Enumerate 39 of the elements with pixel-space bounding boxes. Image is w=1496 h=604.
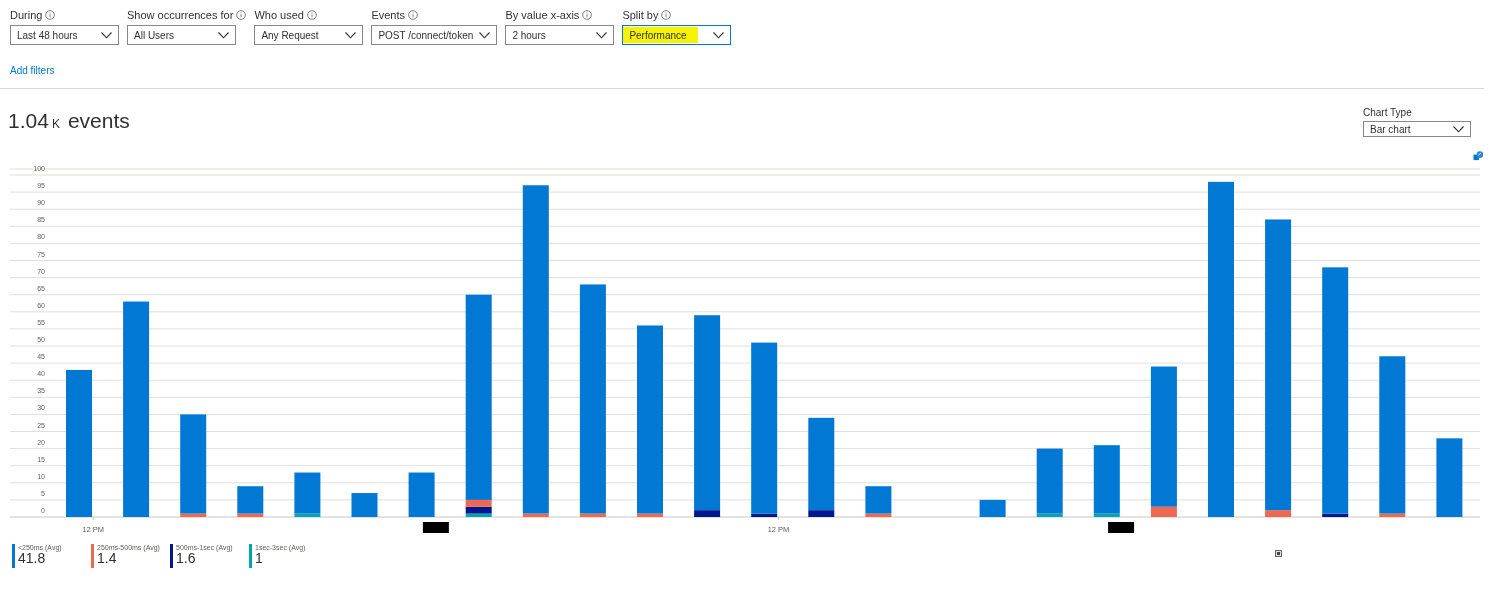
- info-icon: [408, 10, 419, 20]
- legend-value: 41.8: [18, 551, 46, 566]
- filter-label: By value x-axis: [505, 9, 580, 21]
- legend-value: 1.6: [176, 551, 197, 566]
- pin-icon[interactable]: [1473, 151, 1484, 161]
- redaction-block: [1108, 522, 1135, 533]
- chevron-down-icon: [713, 31, 725, 39]
- chevron-down-icon: [479, 31, 491, 39]
- filter-dropdown[interactable]: Last 48 hours: [10, 25, 119, 45]
- filter-dropdown[interactable]: Performance: [622, 25, 732, 45]
- filter-label: Show occurrences for: [127, 9, 234, 21]
- filter-dropdown[interactable]: POST /connect/token: [371, 25, 498, 45]
- chevron-down-icon: [101, 31, 112, 39]
- legend-value: 1: [255, 551, 264, 566]
- redaction-block: [422, 522, 449, 533]
- info-icon: [582, 10, 593, 20]
- legend-value: 1.4: [97, 551, 118, 566]
- bar-segment: [408, 472, 435, 517]
- bar-segment: [351, 493, 378, 517]
- chart-type-label: Chart Type: [1363, 107, 1413, 118]
- event-count: 1.04 K events: [8, 109, 130, 134]
- filter-label: Events: [371, 9, 406, 21]
- export-icon[interactable]: [1275, 550, 1282, 557]
- filter-label: Who used: [254, 9, 304, 21]
- filter-dropdown[interactable]: All Users: [127, 25, 236, 45]
- chevron-down-icon: [345, 31, 357, 39]
- filter-label: During: [10, 9, 43, 21]
- chevron-down-icon: [218, 31, 229, 39]
- info-icon: [236, 10, 247, 20]
- chart-type-dropdown[interactable]: Bar chart: [1363, 121, 1471, 137]
- filter-dropdown[interactable]: 2 hours: [505, 25, 615, 45]
- info-icon: [661, 10, 672, 20]
- info-icon: [45, 10, 56, 20]
- chevron-down-icon: [596, 31, 608, 39]
- add-filters-link[interactable]: Add filters: [10, 65, 55, 76]
- filter-label: Split by: [622, 9, 659, 21]
- filter-dropdown[interactable]: Any Request: [254, 25, 364, 45]
- chevron-down-icon: [1453, 125, 1464, 133]
- info-icon: [306, 10, 317, 20]
